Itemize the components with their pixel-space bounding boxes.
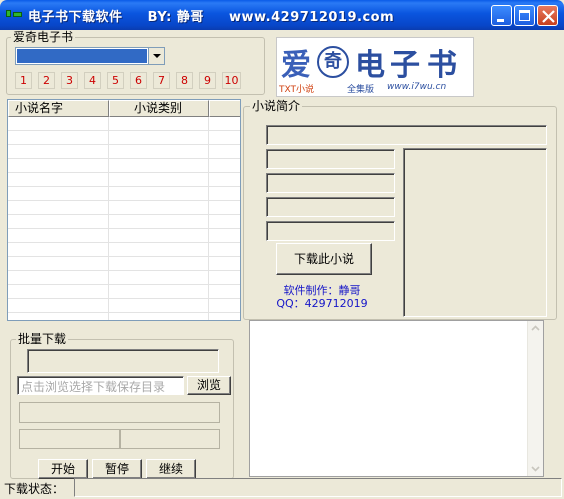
continue-button[interactable]: 继续 [146, 459, 196, 479]
maximize-icon [519, 10, 530, 21]
logo: 爱 奇 电 子 书 TXT小说 全集版 www.i7wu.cn [276, 37, 474, 97]
logo-char-shu: 书 [427, 48, 457, 83]
scroll-up-button[interactable] [528, 321, 543, 336]
novel-list[interactable]: 小说名字 小说类别 [7, 99, 241, 321]
status-label: 下载状态： [4, 482, 65, 496]
minimize-button[interactable] [491, 5, 512, 26]
intro-group-label: 小说简介 [250, 99, 303, 113]
page-button-3[interactable]: 3 [61, 72, 78, 89]
app-icon [6, 8, 22, 20]
info-field-1 [266, 149, 395, 169]
batch-speed-field [120, 429, 220, 449]
category-group-label: 爱奇电子书 [11, 30, 76, 44]
logo-char-dian: 电 [355, 48, 385, 83]
page-button-9[interactable]: 9 [199, 72, 216, 89]
title-bar[interactable]: 电子书下载软件 BY: 静哥 www.429712019.com [0, 0, 564, 30]
batch-group-label: 批量下载 [16, 332, 69, 346]
column-header-name-label: 小说名字 [15, 101, 64, 115]
logo-tag-txt: TXT小说 [279, 85, 315, 95]
start-button[interactable]: 开始 [38, 459, 88, 479]
category-select-value [17, 49, 147, 63]
logo-tag-full: 全集版 [347, 85, 375, 95]
cover-image [403, 148, 547, 317]
intro-scrollbar[interactable] [527, 321, 543, 476]
page-button-5[interactable]: 5 [107, 72, 124, 89]
logo-char-zi: 子 [390, 48, 420, 83]
scroll-down-button[interactable] [528, 461, 543, 476]
chevron-up-icon [531, 325, 540, 331]
batch-status-field [19, 402, 220, 423]
logo-char-qi: 奇 [317, 46, 349, 78]
category-select[interactable] [15, 47, 165, 65]
column-header-extra[interactable] [209, 100, 240, 117]
logo-char-ai: 爱 [281, 48, 311, 83]
page-button-2[interactable]: 2 [38, 72, 55, 89]
chevron-down-icon [153, 54, 161, 58]
list-grid [8, 117, 240, 320]
page-button-4[interactable]: 4 [84, 72, 101, 89]
category-select-dropdown[interactable] [148, 48, 164, 64]
column-header-category-label: 小说类别 [134, 101, 183, 115]
column-header-category[interactable]: 小说类别 [109, 100, 209, 117]
save-path-placeholder: 点击浏览选择下载保存目录 [21, 380, 166, 394]
logo-url: www.i7wu.cn [387, 82, 447, 92]
pause-button[interactable]: 暂停 [92, 459, 142, 479]
chevron-down-icon [531, 466, 540, 472]
batch-count-field [19, 429, 120, 449]
close-button[interactable] [537, 5, 558, 26]
column-header-name[interactable]: 小说名字 [8, 100, 109, 117]
page-button-6[interactable]: 6 [130, 72, 147, 89]
novel-title-field [266, 125, 547, 145]
page-button-10[interactable]: 10 [222, 72, 241, 89]
info-field-3 [266, 197, 395, 217]
info-field-4 [266, 221, 395, 241]
page-button-1[interactable]: 1 [15, 72, 32, 89]
batch-progress-field [27, 349, 219, 373]
minimize-icon [497, 19, 504, 22]
maximize-button[interactable] [514, 5, 535, 26]
status-message [74, 478, 562, 497]
qq-credit: QQ：429712019 [276, 297, 368, 310]
close-icon [542, 10, 555, 23]
page-button-7[interactable]: 7 [153, 72, 170, 89]
save-path-input[interactable]: 点击浏览选择下载保存目录 [17, 376, 184, 395]
page-button-8[interactable]: 8 [176, 72, 193, 89]
browse-button[interactable]: 浏览 [187, 376, 231, 395]
novel-intro-text[interactable] [249, 320, 544, 477]
window-title: 电子书下载软件 BY: 静哥 www.429712019.com [28, 10, 395, 25]
download-novel-button[interactable]: 下载此小说 [276, 243, 372, 275]
info-field-2 [266, 173, 395, 193]
